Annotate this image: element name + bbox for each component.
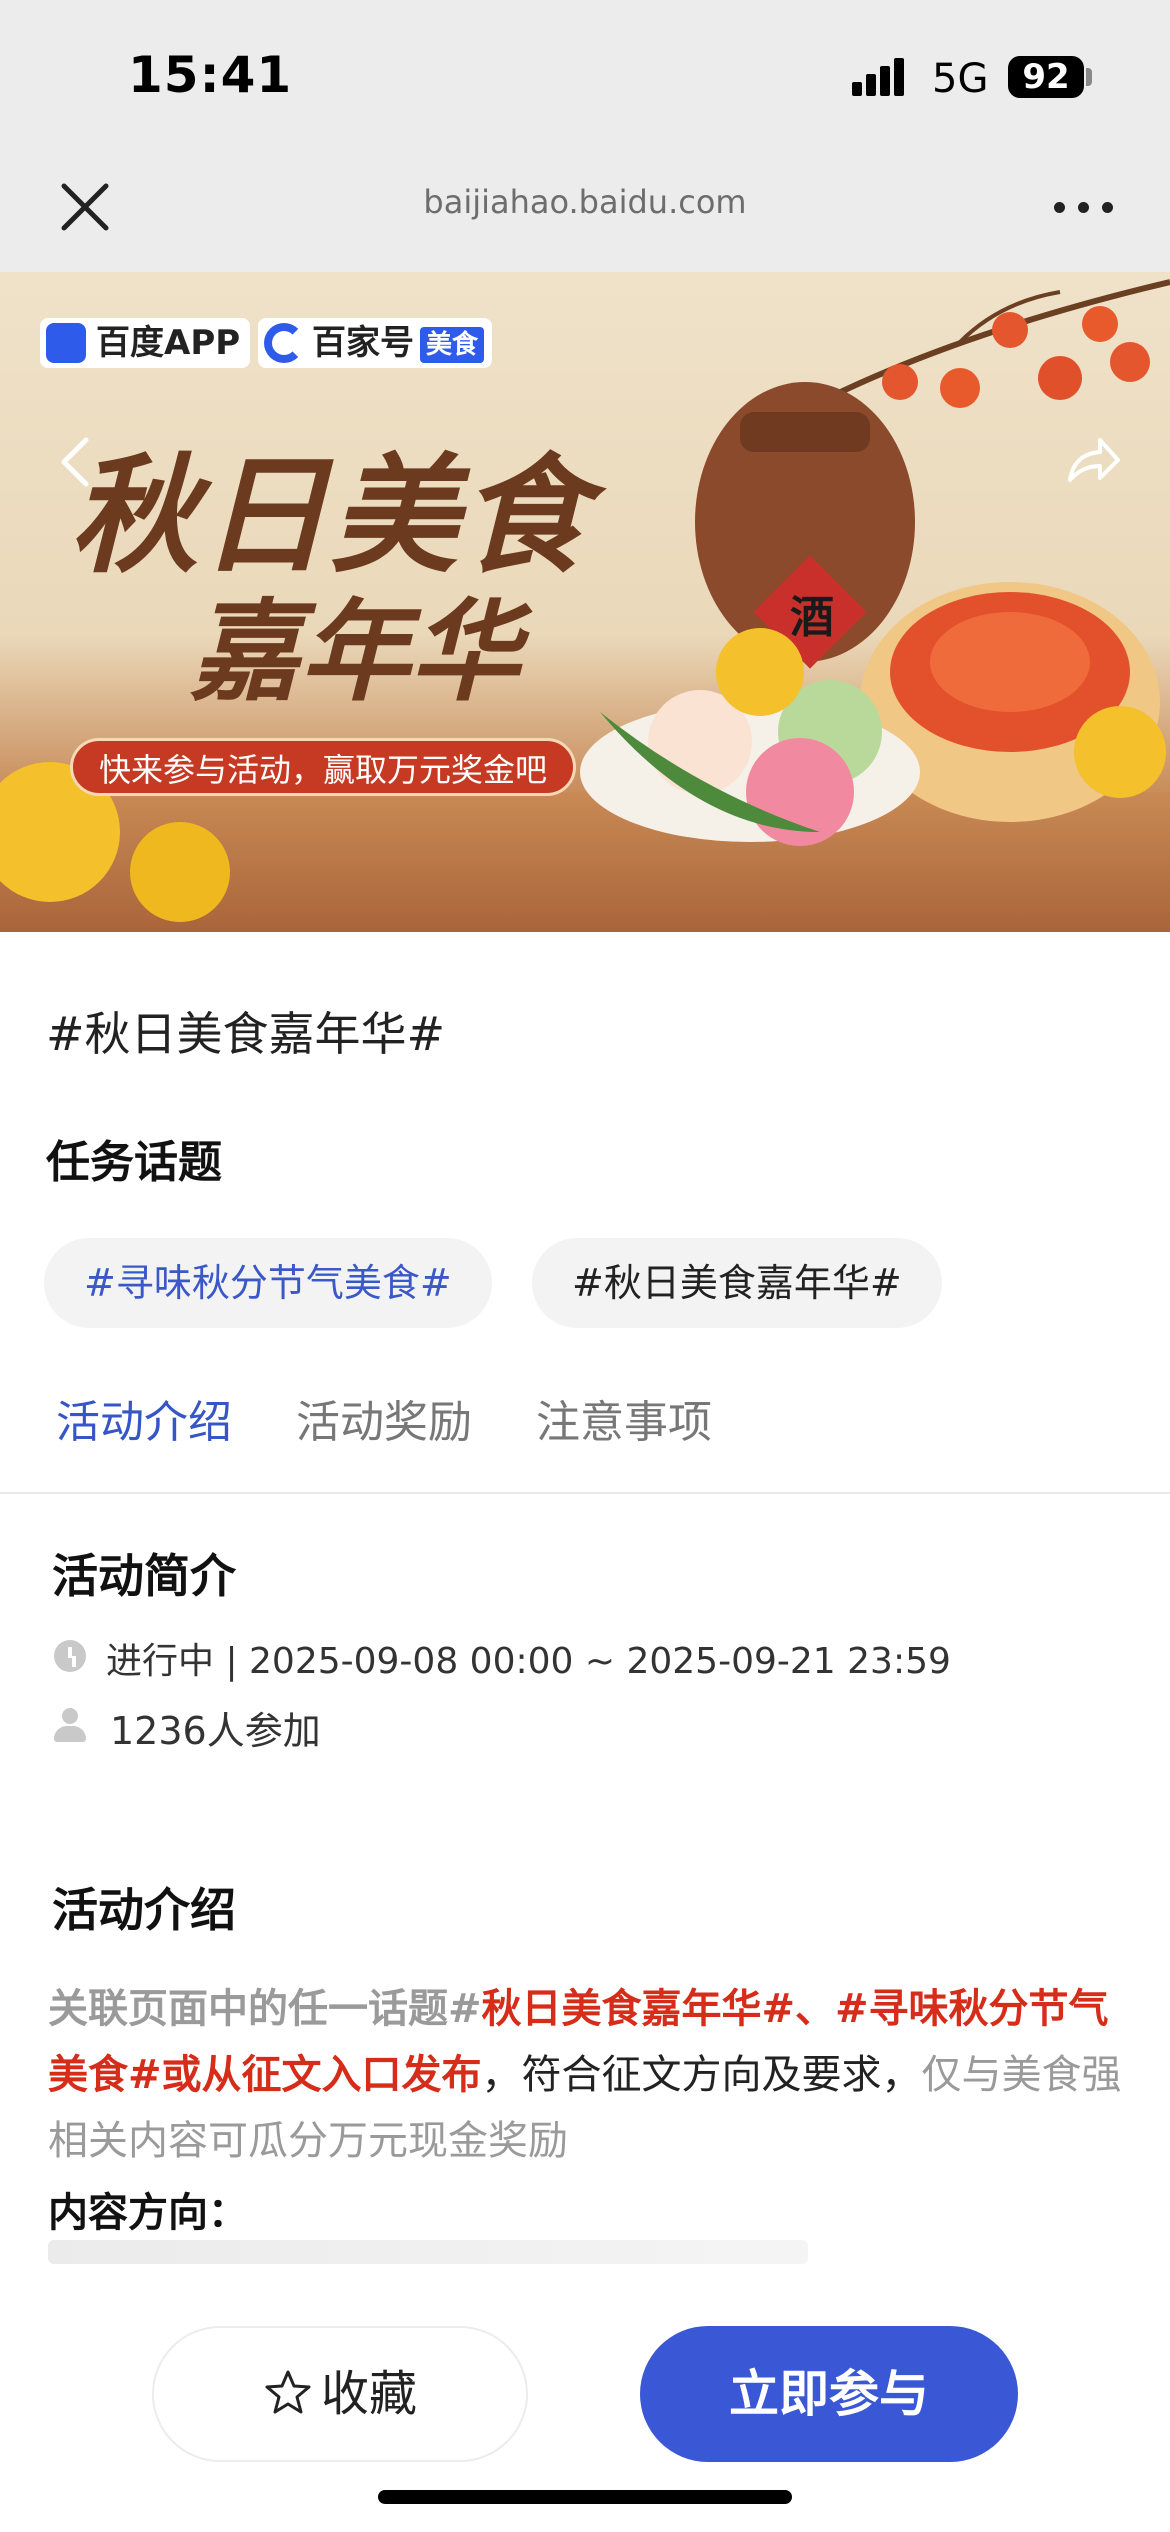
divider (0, 1492, 1170, 1494)
banner-slogan: 快来参与活动，赢取万元奖金吧 (70, 738, 577, 796)
baidu-app-logo: 百度APP (40, 318, 251, 368)
status-time: 15:41 (128, 46, 293, 104)
baijiahao-icon (264, 323, 304, 363)
intro-heading: 活动介绍 (52, 1883, 236, 1937)
signal-icon (852, 58, 904, 96)
url-text: baijiahao.baidu.com (423, 183, 747, 221)
home-indicator (378, 2490, 792, 2504)
intro-text: 关联页面中的任一话题#秋日美食嘉年华#、#寻味秋分节气美食#或从征文入口发布，符… (48, 1986, 1122, 2164)
clock-icon (54, 1640, 86, 1672)
user-icon (54, 1708, 86, 1744)
join-now-button[interactable]: 立即参与 (640, 2326, 1018, 2462)
activity-status-time: 进行中 | 2025-09-08 00:00 ~ 2025-09-21 23:5… (106, 1641, 951, 1682)
summary-heading: 活动简介 (52, 1549, 236, 1603)
share-icon[interactable] (1062, 432, 1122, 492)
network-type: 5G (932, 56, 989, 102)
tab-bar: 活动介绍 活动奖励 注意事项 (0, 1372, 1170, 1492)
battery-indicator: 92 (1008, 56, 1084, 98)
more-options-icon[interactable] (1050, 190, 1120, 220)
participant-count: 1236人参加 (110, 1709, 321, 1753)
favorite-button[interactable]: 收藏 (152, 2326, 528, 2462)
banner-title-line2: 嘉年华 (190, 587, 520, 716)
baijiahao-logo: 百家号 美食 (258, 318, 493, 368)
event-banner: 酒 百度APP 百家号 美食 秋日美食 嘉年华 快来参与活动，赢取万元奖金吧 (0, 272, 1170, 932)
paw-icon (46, 323, 86, 363)
food-tag: 美食 (420, 326, 485, 363)
content-direction-label: 内容方向： (48, 2190, 248, 2236)
topic-chip[interactable]: #秋日美食嘉年华# (532, 1238, 942, 1328)
jar-label: 酒 (790, 592, 834, 643)
battery-cap (1086, 68, 1092, 86)
topic-chip[interactable]: #寻味秋分节气美食# (44, 1238, 492, 1328)
status-bar: 15:41 5G 92 (0, 0, 1170, 150)
banner-illustration: 酒 (0, 279, 1170, 922)
chevron-left-icon[interactable] (56, 432, 96, 492)
star-icon (265, 2370, 311, 2414)
tab-activity-rewards[interactable]: 活动奖励 (296, 1386, 472, 1450)
faded-text-line (48, 2240, 808, 2264)
page-title: #秋日美食嘉年华# (46, 1007, 446, 1061)
tab-notes[interactable]: 注意事项 (536, 1386, 712, 1450)
tab-activity-intro[interactable]: 活动介绍 (56, 1386, 232, 1450)
task-topic-heading: 任务话题 (46, 1137, 222, 1188)
